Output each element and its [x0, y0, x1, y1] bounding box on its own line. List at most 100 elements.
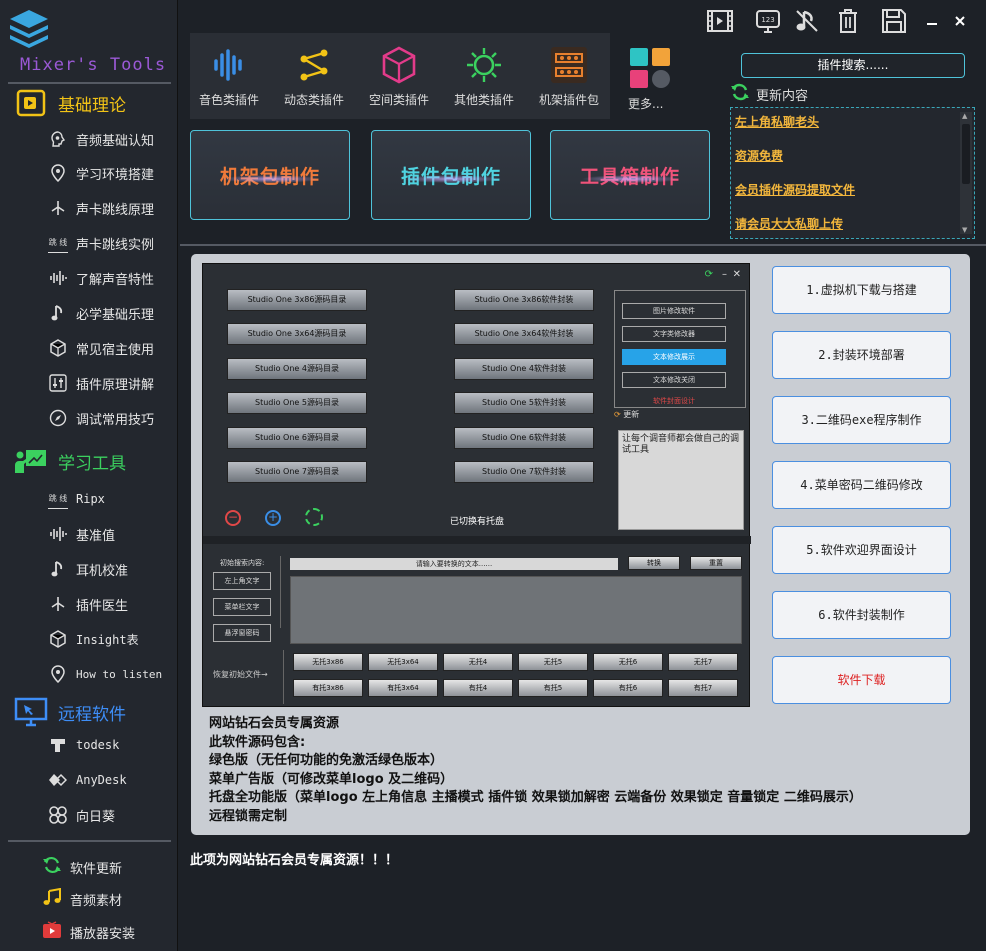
nav-item-audio-basics[interactable]: 音频基础认知	[48, 127, 154, 151]
news-link[interactable]: 资源免费	[735, 147, 783, 164]
music-note-icon	[48, 303, 68, 323]
trash-icon[interactable]	[835, 8, 861, 34]
software-update-button[interactable]: 软件更新	[42, 856, 122, 878]
category-label: 空间类插件	[368, 93, 429, 107]
nav-label: 常见宿主使用	[76, 342, 155, 358]
vm-setup-button[interactable]: 1.虚拟机下载与搭建	[772, 266, 951, 314]
news-list: 左上角私聊老头 资源免费 会员插件源码提取文件 请会员大大私聊上传 ▲ ▼	[730, 107, 975, 239]
music-note-icon	[48, 559, 68, 579]
nav-item-plugin-doctor[interactable]: 插件医生	[48, 592, 128, 616]
main-area: 123 音色类插件 动态类插件 空间类插件 其他类插件 机架插件包 更多...	[180, 0, 986, 951]
package-button: Studio One 3x64软件封装	[454, 323, 594, 345]
news-link[interactable]: 会员插件源码提取文件	[735, 181, 855, 198]
nav-item-insight[interactable]: Insight表	[48, 627, 139, 651]
jumper-tag-icon: 跳 线	[48, 489, 68, 509]
convert-button: 转换	[628, 556, 680, 570]
welcome-screen-button[interactable]: 5.软件欢迎界面设计	[772, 526, 951, 574]
package-button: Studio One 3x86软件封装	[454, 289, 594, 311]
jumper-tag-icon: 跳 线	[48, 233, 68, 253]
nav-item-todesk[interactable]: todesk	[48, 733, 119, 757]
section-tools[interactable]: 学习工具	[14, 446, 126, 476]
nav-item-how-to-listen[interactable]: How to listen	[48, 662, 162, 686]
plugin-search-input[interactable]: 插件搜索......	[741, 53, 965, 78]
cube-icon	[359, 43, 439, 87]
nav-item-jumper-example[interactable]: 跳 线声卡跳线实例	[48, 231, 154, 255]
divider	[180, 244, 986, 246]
news-scrollbar[interactable]: ▲ ▼	[960, 112, 972, 234]
category-space[interactable]: 空间类插件	[359, 43, 439, 108]
category-label: 更多...	[628, 97, 664, 111]
category-dynamics[interactable]: 动态类插件	[274, 43, 354, 108]
nav-item-jumper-principle[interactable]: 声卡跳线原理	[48, 196, 154, 220]
package-button: Studio One 7软件封装	[454, 461, 594, 483]
section-theory[interactable]: 基础理论	[14, 88, 126, 118]
nav-item-environment[interactable]: 学习环境搭建	[48, 161, 154, 185]
software-download-button[interactable]: 软件下载	[772, 656, 951, 704]
divider	[203, 536, 751, 544]
nav-item-debug-tips[interactable]: 调试常用技巧	[48, 406, 154, 430]
nav-label: todesk	[76, 738, 120, 752]
section-tools-label: 学习工具	[58, 453, 126, 474]
zoom-out-icon: −	[225, 510, 241, 526]
video-player-icon	[42, 921, 62, 943]
status-text: 已切换有托盘	[450, 517, 505, 527]
no-tray-button: 无托3x86	[293, 653, 363, 671]
numeric-monitor-icon[interactable]: 123	[755, 8, 781, 34]
divider	[8, 840, 171, 842]
category-timbre[interactable]: 音色类插件	[189, 43, 269, 108]
package-button: Studio One 4软件封装	[454, 358, 594, 380]
nav-item-anydesk[interactable]: AnyDesk	[48, 768, 127, 792]
packaging-env-button[interactable]: 2.封装环境部署	[772, 331, 951, 379]
nav-item-ripx[interactable]: 跳 线 Ripx	[48, 487, 105, 511]
category-bar: 音色类插件 动态类插件 空间类插件 其他类插件 机架插件包	[190, 33, 610, 119]
mute-music-icon[interactable]	[794, 8, 820, 34]
nav-item-music-theory[interactable]: 必学基础乐理	[48, 301, 154, 325]
software-packaging-button[interactable]: 6.软件封装制作	[772, 591, 951, 639]
menu-password-qr-button[interactable]: 4.菜单密码二维码修改	[772, 461, 951, 509]
plugin-pack-make-button[interactable]: 插件包制作	[371, 130, 531, 220]
section-theory-label: 基础理论	[58, 95, 126, 116]
category-other[interactable]: 其他类插件	[444, 43, 524, 108]
category-rack-pack[interactable]: 机架插件包	[529, 43, 609, 108]
nav-item-sound-features[interactable]: 了解声音特性	[48, 266, 154, 290]
package-button: Studio One 5软件封装	[454, 392, 594, 414]
footer-note: 此项为网站钻石会员专属资源！！！	[190, 853, 399, 868]
source-dir-button: Studio One 7源码目录	[227, 461, 367, 483]
rack-pack-make-button[interactable]: 机架包制作	[190, 130, 350, 220]
film-icon[interactable]	[707, 8, 733, 34]
nav-item-reference-level[interactable]: 基准值	[48, 522, 115, 546]
nav-label: 调试常用技巧	[76, 412, 155, 428]
close-icon[interactable]	[947, 8, 973, 34]
tray-button: 有托3x64	[368, 679, 438, 697]
nav-label: 耳机校准	[76, 563, 129, 579]
minimize-icon[interactable]	[919, 8, 945, 34]
nav-item-headphone-calibration[interactable]: 耳机校准	[48, 557, 128, 581]
tray-button: 有托5	[518, 679, 588, 697]
source-dir-button: Studio One 5源码目录	[227, 392, 367, 414]
save-icon[interactable]	[881, 8, 907, 34]
toolbox-make-button[interactable]: 工具箱制作	[550, 130, 710, 220]
remote-monitor-icon	[14, 697, 48, 727]
inner-refresh: ⟳ 更新	[614, 410, 640, 419]
sync-icon	[305, 508, 323, 526]
description: 网站钻石会员专属资源 此软件源码包含: 绿色版（无任何功能的免激活绿色版本） 菜…	[209, 715, 862, 826]
section-remote[interactable]: 远程软件	[14, 697, 126, 727]
refresh-content[interactable]: 更新内容	[730, 82, 808, 106]
tray-button: 有托4	[443, 679, 513, 697]
restore-label: 恢复初始文件→	[213, 670, 268, 679]
preview-screenshot: ⟳ – ✕ Studio One 3x86源码目录 Studio One 3x6…	[202, 263, 751, 707]
audio-assets-button[interactable]: 音频素材	[42, 887, 122, 910]
qr-exe-button[interactable]: 3.二维码exe程序制作	[772, 396, 951, 444]
description-line: 网站钻石会员专属资源	[209, 716, 340, 731]
content-panel: ⟳ – ✕ Studio One 3x86源码目录 Studio One 3x6…	[191, 254, 970, 835]
category-more[interactable]: 更多...	[628, 48, 672, 112]
news-link[interactable]: 左上角私聊老头	[735, 113, 819, 130]
nav-item-host-usage[interactable]: 常见宿主使用	[48, 336, 154, 360]
news-link[interactable]: 请会员大大私聊上传	[735, 215, 843, 232]
nav-item-sunflower[interactable]: 向日葵	[48, 803, 115, 827]
source-dir-button: Studio One 3x64源码目录	[227, 323, 367, 345]
nav-item-plugin-principle[interactable]: 插件原理讲解	[48, 371, 154, 395]
player-install-button[interactable]: 播放器安装	[42, 921, 135, 943]
teacher-board-icon	[14, 446, 48, 476]
memo-box: 让每个调音师都会做自己的调试工具	[618, 430, 744, 530]
